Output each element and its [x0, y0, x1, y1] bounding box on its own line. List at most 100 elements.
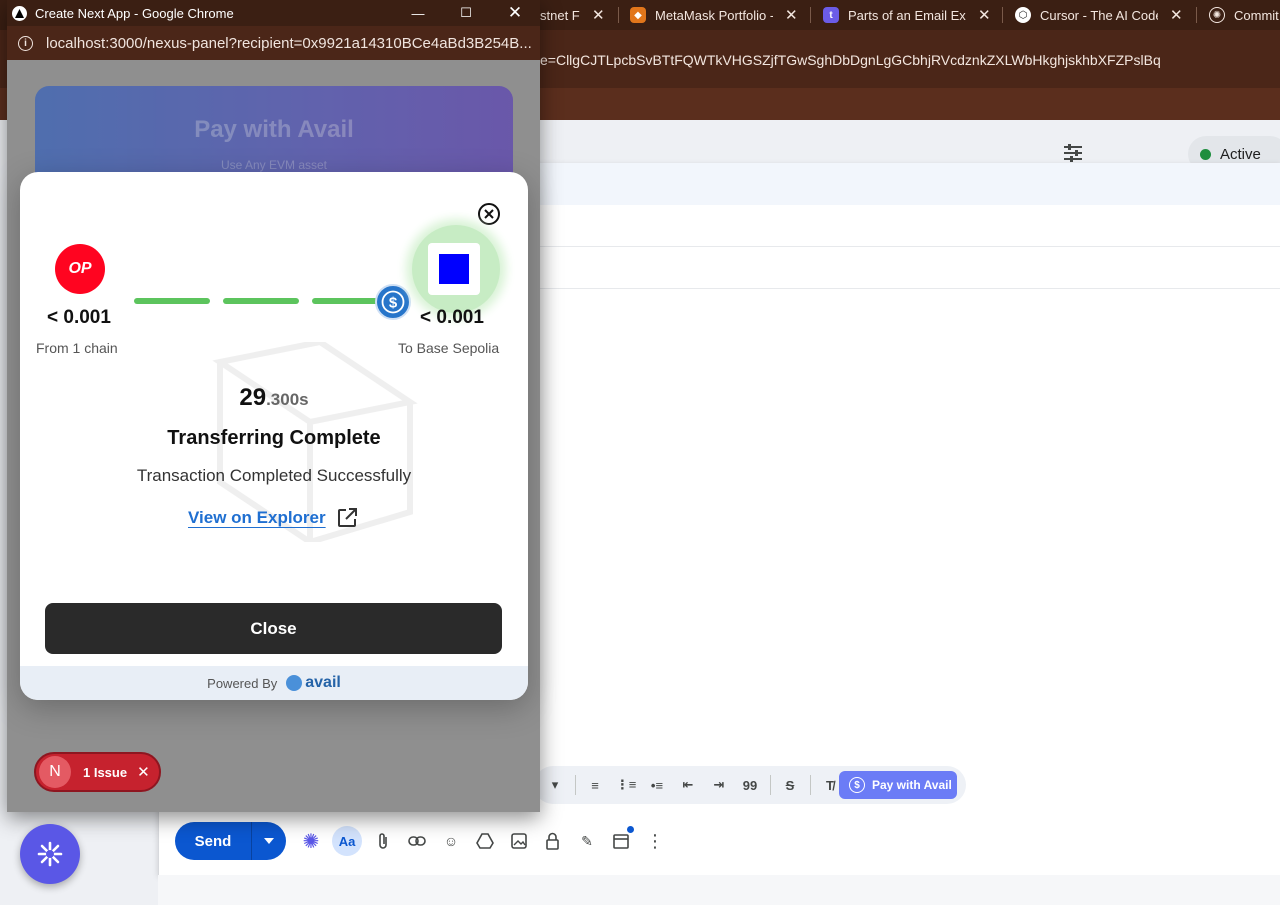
tab-email-parts[interactable]: t Parts of an Email Exp ✕ — [823, 0, 991, 30]
pay-button-subtitle: Use Any EVM asset — [220, 158, 328, 172]
issues-badge[interactable]: N 1 Issue ✕ — [34, 752, 161, 792]
gemini-spark-button[interactable] — [20, 824, 80, 884]
send-button-group: Send — [175, 822, 286, 860]
openai-icon: ✺ — [1209, 7, 1225, 23]
status-message: Transaction Completed Successfully — [136, 466, 412, 485]
pay-with-avail-button[interactable]: $ Pay with Avail — [839, 771, 957, 799]
svg-text:$: $ — [389, 295, 398, 312]
send-options-button[interactable] — [252, 838, 286, 844]
avail-brand-text: avail — [305, 674, 341, 691]
tab-separator — [618, 7, 619, 23]
destination-amount: < 0.001 — [420, 307, 484, 328]
compose-actions: ✺ Aa ☺ ✎ ⋮ — [298, 826, 676, 856]
align-icon[interactable]: ≡ — [582, 772, 608, 798]
maximize-icon[interactable]: ☐ — [443, 0, 489, 26]
pay-button-title: Pay with Avail — [194, 116, 354, 143]
tab-faucet[interactable]: stnet Fa ✕ — [540, 0, 605, 30]
status-dot — [1200, 148, 1211, 160]
metamask-icon: ◆ — [630, 7, 646, 23]
close-icon[interactable]: ✕ — [785, 6, 798, 24]
minimize-icon[interactable]: — — [395, 0, 441, 26]
toolbar-separator — [810, 775, 811, 795]
indent-less-icon[interactable]: ⇤ — [675, 772, 701, 798]
close-icon[interactable]: ✕ — [978, 6, 991, 24]
photo-icon[interactable] — [506, 828, 532, 854]
dollar-icon: $ — [849, 777, 865, 793]
pay-with-avail-label: Pay with Avail — [872, 778, 952, 792]
quote-icon[interactable]: 99 — [737, 772, 763, 798]
issue-count[interactable]: 1 Issue — [83, 765, 127, 780]
signature-pen-icon[interactable]: ✎ — [574, 828, 600, 854]
optimism-chain-icon: OP — [55, 244, 105, 294]
compose-header — [540, 163, 1280, 205]
tab-label: stnet Fa — [540, 7, 580, 23]
cursor-icon: ⬡ — [1015, 7, 1031, 23]
destination-chain-label: To Base Sepolia — [398, 340, 500, 356]
tab-label: Parts of an Email Exp — [848, 7, 966, 23]
confidential-lock-icon[interactable] — [540, 828, 566, 854]
divider — [540, 288, 1280, 289]
send-button[interactable]: Send — [175, 833, 251, 850]
progress-segment — [312, 298, 382, 304]
chevron-down-icon — [264, 838, 274, 844]
link-icon[interactable] — [404, 828, 430, 854]
close-icon[interactable]: ✕ — [137, 763, 150, 781]
timer-seconds: 29 — [239, 384, 267, 411]
close-window-icon[interactable]: ✕ — [492, 0, 538, 26]
nextjs-logo-icon — [12, 5, 27, 21]
external-link-icon[interactable] — [336, 507, 358, 529]
powered-by-footer: Powered By avail — [20, 666, 528, 700]
close-button[interactable]: Close — [45, 603, 502, 654]
status-title: Transferring Complete — [167, 427, 381, 449]
tab-metamask[interactable]: ◆ MetaMask Portfolio - ✕ — [630, 0, 798, 30]
tab-separator — [1196, 7, 1197, 23]
progress-segment — [223, 298, 299, 304]
base-sepolia-chain-icon — [428, 243, 480, 295]
window-title: Create Next App - Google Chrome — [35, 5, 234, 21]
explorer-link-label[interactable]: View on Explorer — [188, 508, 326, 528]
close-circle-icon[interactable] — [477, 202, 501, 226]
close-icon[interactable]: ✕ — [1170, 6, 1183, 24]
search-options-icon[interactable] — [1062, 143, 1084, 163]
tab-commit[interactable]: ✺ Commit — [1209, 0, 1280, 30]
bulleted-list-icon[interactable]: •≡ — [644, 772, 670, 798]
usdc-token-icon: $ — [375, 284, 411, 320]
source-amount: < 0.001 — [47, 307, 111, 328]
main-url-text[interactable]: e=CllgCJTLpcbSvBTtFQWTkVHGSZjfTGwSghDbDg… — [540, 52, 1161, 68]
nextjs-avatar: N — [39, 756, 71, 788]
info-icon[interactable]: i — [18, 35, 33, 51]
strikethrough-icon[interactable]: S — [777, 772, 803, 798]
toolbar-separator — [575, 775, 576, 795]
t-icon: t — [823, 7, 839, 23]
spark-icon[interactable]: ✺ — [298, 828, 324, 854]
close-icon[interactable]: ✕ — [592, 6, 605, 24]
avail-logo-icon — [286, 675, 303, 691]
tab-label: Cursor - The AI Code — [1040, 7, 1158, 23]
tab-cursor[interactable]: ⬡ Cursor - The AI Code ✕ — [1015, 0, 1183, 30]
toolbar-separator — [770, 775, 771, 795]
chevron-down-icon[interactable]: ▾ — [542, 772, 568, 798]
popup-title-bar: Create Next App - Google Chrome — ☐ ✕ — [7, 0, 540, 26]
numbered-list-icon[interactable]: ⋮≡ — [613, 772, 639, 798]
avail-logo[interactable]: avail — [286, 674, 341, 692]
popup-address-bar[interactable]: i localhost:3000/nexus-panel?recipient=0… — [7, 26, 540, 60]
source-chain-label: From 1 chain — [36, 340, 118, 356]
progress-segment — [134, 298, 210, 304]
elapsed-timer: 29.300s — [20, 384, 528, 412]
notification-dot — [627, 826, 634, 833]
attach-icon[interactable] — [370, 828, 396, 854]
bottom-strip — [158, 875, 1280, 905]
popup-url[interactable]: localhost:3000/nexus-panel?recipient=0x9… — [46, 35, 532, 52]
view-on-explorer-link[interactable]: View on Explorer — [188, 507, 358, 529]
divider — [540, 246, 1280, 247]
more-options-icon[interactable]: ⋮ — [642, 828, 668, 854]
drive-icon[interactable] — [472, 828, 498, 854]
emoji-icon[interactable]: ☺ — [438, 828, 464, 854]
powered-by-label: Powered By — [207, 675, 278, 691]
indent-more-icon[interactable]: ⇥ — [706, 772, 732, 798]
tab-label: MetaMask Portfolio - — [655, 7, 773, 23]
tab-separator — [810, 7, 811, 23]
schedule-calendar-icon[interactable] — [608, 826, 634, 854]
spark-icon — [37, 841, 63, 867]
formatting-options-button[interactable]: Aa — [332, 826, 362, 856]
